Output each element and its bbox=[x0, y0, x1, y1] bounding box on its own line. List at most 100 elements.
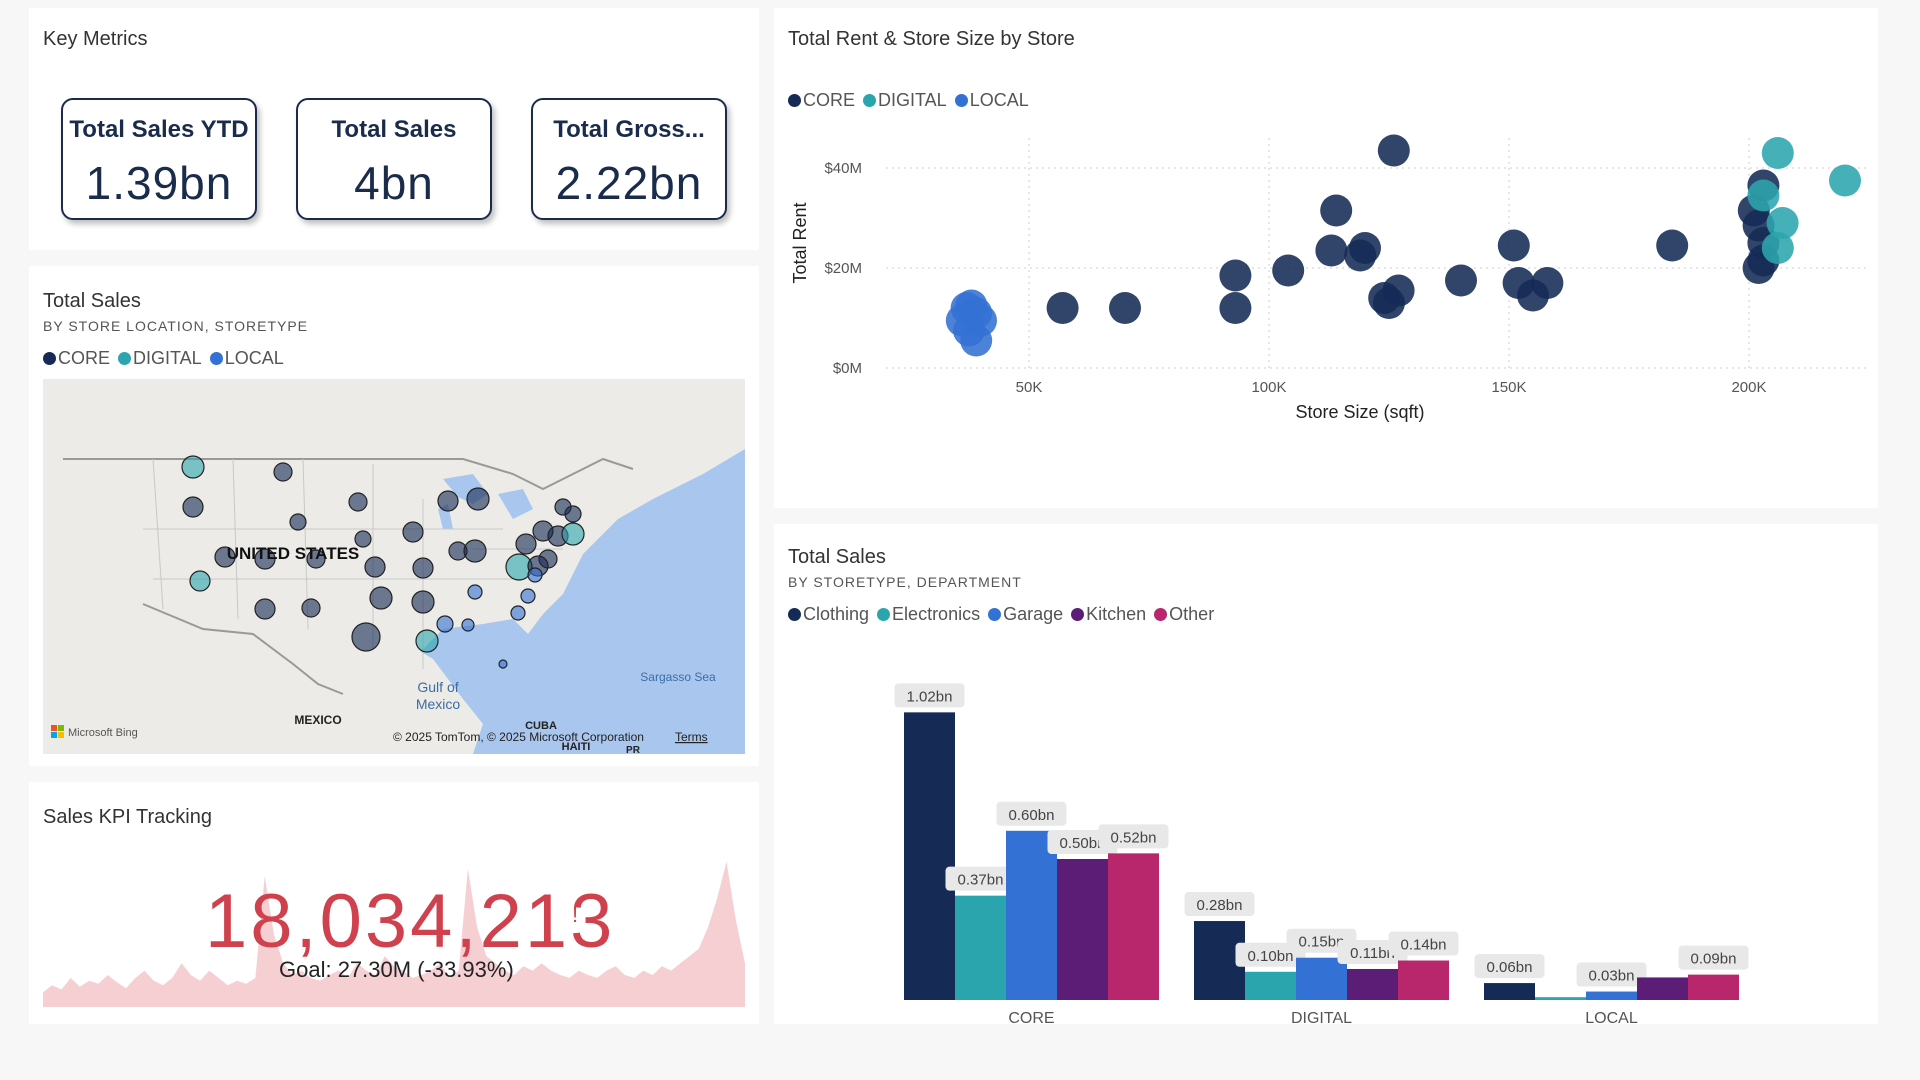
bar-other[interactable] bbox=[1688, 974, 1739, 1000]
scatter-point-core[interactable] bbox=[1656, 229, 1689, 262]
data-label: 0.09bn bbox=[1691, 951, 1737, 968]
scatter-point-core[interactable] bbox=[1219, 259, 1252, 292]
legend-digital[interactable]: DIGITAL bbox=[863, 90, 947, 111]
map-store-point[interactable] bbox=[510, 605, 526, 621]
bar-electronics[interactable] bbox=[1535, 997, 1586, 1000]
map-store-point[interactable] bbox=[527, 567, 543, 583]
scatter-point-core[interactable] bbox=[1272, 254, 1305, 287]
scatter-point-core[interactable] bbox=[1109, 292, 1141, 324]
scatter-point-core[interactable] bbox=[1497, 229, 1530, 262]
map-store-point[interactable] bbox=[301, 598, 321, 618]
legend-kitchen[interactable]: Kitchen bbox=[1071, 604, 1146, 625]
bar-clothing[interactable] bbox=[904, 712, 955, 1000]
kpi-panel: Sales KPI Tracking 18,034,213 ! Goal: 27… bbox=[29, 782, 759, 1024]
scatter-chart[interactable]: 50K 100K 150K 200K $0M $20M $40M Store Size (sq… bbox=[774, 118, 1878, 508]
map-store-point[interactable] bbox=[412, 557, 434, 579]
map-store-point[interactable] bbox=[411, 590, 435, 614]
legend-garage[interactable]: Garage bbox=[988, 604, 1063, 625]
x-tick-label: 150K bbox=[1491, 379, 1526, 396]
legend-core[interactable]: CORE bbox=[788, 90, 855, 111]
scatter-point-digital[interactable] bbox=[1747, 179, 1780, 212]
store-map[interactable]: UNITED STATES Gulf of Mexico MEXICO CUBA … bbox=[43, 379, 745, 754]
bar-electronics[interactable] bbox=[1245, 971, 1296, 1000]
kpi-value: 18,034,213 bbox=[205, 879, 616, 964]
map-store-point[interactable] bbox=[461, 618, 475, 632]
map-gulf-label: Gulf of Mexico bbox=[416, 679, 461, 712]
bar-garage[interactable] bbox=[1586, 991, 1637, 1000]
scatter-point-core[interactable] bbox=[1377, 134, 1410, 167]
map-store-point[interactable] bbox=[498, 659, 508, 669]
legend-core[interactable]: CORE bbox=[43, 348, 110, 369]
map-store-point[interactable] bbox=[181, 455, 205, 479]
x-tick-label: 200K bbox=[1731, 379, 1766, 396]
data-label: 0.14bn bbox=[1401, 937, 1447, 954]
core-dot-icon bbox=[43, 352, 56, 365]
card-total-sales[interactable]: Total Sales 4bn bbox=[296, 98, 492, 220]
scatter-point-core[interactable] bbox=[1219, 292, 1252, 324]
map-store-point[interactable] bbox=[437, 490, 459, 512]
map-store-point[interactable] bbox=[467, 584, 483, 600]
legend-digital[interactable]: DIGITAL bbox=[118, 348, 202, 369]
garage-dot-icon bbox=[988, 608, 1002, 621]
scatter-point-core[interactable] bbox=[1315, 234, 1348, 267]
scatter-point-core[interactable] bbox=[1320, 194, 1353, 227]
legend-electronics[interactable]: Electronics bbox=[877, 604, 980, 625]
scatter-legend: CORE DIGITAL LOCAL bbox=[788, 90, 1033, 111]
map-store-point[interactable] bbox=[369, 586, 393, 610]
bar-other[interactable] bbox=[1108, 853, 1159, 1000]
local-dot-icon bbox=[954, 94, 968, 107]
bar-kitchen[interactable] bbox=[1347, 968, 1398, 1000]
map-store-point[interactable] bbox=[364, 556, 386, 578]
scatter-point-core[interactable] bbox=[1344, 239, 1377, 272]
map-store-point[interactable] bbox=[515, 533, 537, 555]
legend-other[interactable]: Other bbox=[1154, 604, 1214, 625]
scatter-point-core[interactable] bbox=[1445, 264, 1477, 297]
map-store-point[interactable] bbox=[348, 492, 368, 512]
data-label: 0.03bn bbox=[1589, 968, 1635, 985]
scatter-point-digital[interactable] bbox=[1761, 137, 1794, 169]
map-sargasso-label: Sargasso Sea bbox=[640, 670, 716, 684]
bar-chart[interactable]: CORE DIGITAL LOCAL 1.02bn 0.28bn 0.06bn 0.37bn… bbox=[774, 634, 1878, 1024]
bar-garage[interactable] bbox=[1006, 830, 1057, 1000]
legend-local[interactable]: LOCAL bbox=[209, 348, 284, 369]
y-tick-label: $0M bbox=[833, 360, 862, 377]
x-tick-label: 50K bbox=[1016, 379, 1043, 396]
map-store-point[interactable] bbox=[351, 622, 381, 652]
map-store-point[interactable] bbox=[182, 496, 204, 518]
scatter-point-digital[interactable] bbox=[1761, 232, 1794, 264]
card-label: Total Sales YTD bbox=[69, 116, 249, 143]
map-pr-label: PR bbox=[626, 745, 641, 754]
scatter-point-local[interactable] bbox=[960, 324, 993, 357]
scatter-point-core[interactable] bbox=[1373, 287, 1405, 319]
x-axis-label: Store Size (sqft) bbox=[1295, 402, 1424, 422]
bar-electronics[interactable] bbox=[955, 895, 1006, 1000]
bar-garage[interactable] bbox=[1296, 957, 1347, 1000]
bar-clothing[interactable] bbox=[1484, 983, 1535, 1000]
map-store-point[interactable] bbox=[254, 598, 276, 620]
map-store-point[interactable] bbox=[520, 588, 536, 604]
map-store-point[interactable] bbox=[564, 505, 582, 523]
map-store-point[interactable] bbox=[289, 513, 307, 531]
map-store-point[interactable] bbox=[273, 462, 293, 482]
scatter-point-digital[interactable] bbox=[1829, 164, 1861, 197]
bar-other[interactable] bbox=[1398, 960, 1449, 1000]
y-axis-label: Total Rent bbox=[790, 202, 810, 283]
legend-clothing[interactable]: Clothing bbox=[788, 604, 869, 625]
map-store-point[interactable] bbox=[466, 487, 490, 511]
map-store-point[interactable] bbox=[189, 570, 211, 592]
card-total-sales-ytd[interactable]: Total Sales YTD 1.39bn bbox=[61, 98, 257, 220]
scatter-point-core[interactable] bbox=[1531, 267, 1564, 299]
bar-kitchen[interactable] bbox=[1057, 859, 1108, 1000]
map-store-point[interactable] bbox=[402, 521, 424, 543]
legend-local[interactable]: LOCAL bbox=[954, 90, 1029, 111]
card-total-gross[interactable]: Total Gross... 2.22bn bbox=[531, 98, 727, 220]
map-store-point[interactable] bbox=[463, 539, 487, 563]
map-store-point[interactable] bbox=[436, 615, 454, 633]
data-label: 0.28bn bbox=[1197, 897, 1243, 914]
map-terms-link[interactable]: Terms bbox=[675, 730, 708, 744]
bar-kitchen[interactable] bbox=[1637, 977, 1688, 1000]
map-store-point[interactable] bbox=[561, 522, 585, 546]
map-store-point[interactable] bbox=[415, 629, 439, 653]
clothing-dot-icon bbox=[788, 608, 801, 621]
scatter-point-core[interactable] bbox=[1046, 292, 1079, 324]
